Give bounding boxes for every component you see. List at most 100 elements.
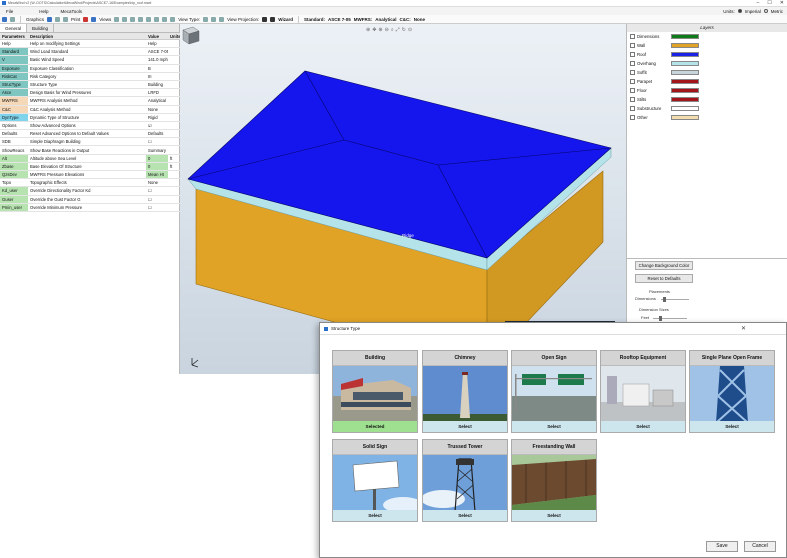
export-icon[interactable] bbox=[91, 16, 97, 22]
table-row[interactable]: Guser Override the Gust Factor G ☐ bbox=[0, 195, 180, 204]
menu-file[interactable]: File bbox=[0, 9, 19, 14]
table-row[interactable]: RiskCat Risk Category III bbox=[0, 72, 180, 81]
printer-icon[interactable] bbox=[63, 16, 69, 22]
menu-mecatools[interactable]: MecaTools bbox=[55, 9, 89, 14]
metric-radio[interactable] bbox=[763, 9, 768, 13]
tab-general[interactable]: General bbox=[0, 24, 28, 32]
view-4-icon[interactable] bbox=[138, 16, 144, 22]
value-cell[interactable]: Rigid bbox=[146, 113, 168, 122]
value-cell[interactable]: Defaults bbox=[146, 129, 168, 139]
card-select-button[interactable]: Selected bbox=[333, 421, 417, 432]
card-select-button[interactable]: Select bbox=[423, 421, 507, 432]
change-background-button[interactable]: Change Background Color bbox=[635, 261, 693, 270]
dimensions-slider[interactable] bbox=[661, 297, 689, 302]
layer-color-swatch[interactable] bbox=[671, 79, 699, 84]
layer-color-swatch[interactable] bbox=[671, 61, 699, 66]
value-cell[interactable]: 0 bbox=[146, 162, 168, 172]
value-cell[interactable]: III bbox=[146, 72, 168, 81]
card-rooftop-equipment[interactable]: Rooftop Equipment Select bbox=[600, 350, 686, 433]
layer-checkbox[interactable] bbox=[630, 34, 635, 39]
view-8-icon[interactable] bbox=[170, 16, 176, 22]
table-row[interactable]: Alt Altitude above Sea Level 0 ft bbox=[0, 154, 180, 163]
pdf-icon[interactable] bbox=[83, 16, 89, 22]
table-row[interactable]: Asce Design Basis for Wind Pressures LRFD bbox=[0, 88, 180, 98]
table-row[interactable]: Help Help on modifying Settings Help bbox=[0, 39, 180, 49]
table-row[interactable]: V Basic Wind Speed 141.0 mph bbox=[0, 55, 180, 65]
table-row[interactable]: Kd_user Override Directionality Factor Kd… bbox=[0, 186, 180, 196]
value-cell[interactable]: Mean Ht bbox=[146, 170, 168, 180]
table-row[interactable]: Topo Topographic Effects None bbox=[0, 178, 180, 188]
card-select-button[interactable]: Select bbox=[423, 510, 507, 521]
layer-checkbox[interactable] bbox=[630, 52, 635, 57]
table-row[interactable]: C&C C&C Analysis Method None bbox=[0, 105, 180, 114]
tab-building[interactable]: Building bbox=[27, 24, 55, 32]
table-row[interactable]: Pmin_user Override Minimum Pressure ☐ bbox=[0, 203, 180, 212]
value-cell[interactable]: ☑ bbox=[146, 121, 168, 131]
card-single-plane-open-frame[interactable]: Single Plane Open Frame Select bbox=[689, 350, 775, 433]
layer-checkbox[interactable] bbox=[630, 115, 635, 120]
table-row[interactable]: SDB Simple Diaphragm Building ☐ bbox=[0, 137, 180, 147]
feet-slider[interactable] bbox=[653, 316, 687, 321]
value-cell[interactable]: Building bbox=[146, 80, 168, 90]
value-cell[interactable]: Analytical bbox=[146, 96, 168, 106]
imperial-radio[interactable] bbox=[737, 9, 742, 13]
card-chimney[interactable]: Chimney Select bbox=[422, 350, 508, 433]
table-row[interactable]: Exposure Exposure Classification B bbox=[0, 64, 180, 73]
table-row[interactable]: Zbase Base Elevation Of Structure 0 ft bbox=[0, 162, 180, 172]
save-icon[interactable] bbox=[2, 16, 7, 22]
menu-help[interactable]: Help bbox=[33, 9, 54, 14]
value-cell[interactable]: ASCE 7-05 bbox=[146, 47, 168, 57]
value-cell[interactable]: B bbox=[146, 64, 168, 73]
layer-color-swatch[interactable] bbox=[671, 106, 699, 111]
view-2-icon[interactable] bbox=[122, 16, 128, 22]
view-cube-icon[interactable] bbox=[180, 24, 202, 46]
table-row[interactable]: StrucType Structure Type Building bbox=[0, 80, 180, 90]
table-row[interactable]: Standard Wind Load Standard ASCE 7-05 bbox=[0, 47, 180, 57]
value-cell[interactable]: 0 bbox=[146, 154, 168, 163]
value-cell[interactable]: Help bbox=[146, 39, 168, 49]
slider-handle[interactable] bbox=[659, 316, 662, 321]
layer-color-swatch[interactable] bbox=[671, 43, 699, 48]
layer-checkbox[interactable] bbox=[630, 88, 635, 93]
table-row[interactable]: ShowReacs Show Base Reactions in Output Su… bbox=[0, 145, 180, 155]
value-cell[interactable]: ☐ bbox=[146, 137, 168, 147]
view-5-icon[interactable] bbox=[146, 16, 152, 22]
value-cell[interactable]: None bbox=[146, 178, 168, 188]
graphics-icon[interactable] bbox=[47, 16, 53, 22]
value-cell[interactable]: ☐ bbox=[146, 195, 168, 204]
view-type-wire-icon[interactable] bbox=[211, 16, 217, 22]
views-label[interactable]: Views bbox=[99, 17, 111, 22]
layer-color-swatch[interactable] bbox=[671, 34, 699, 39]
close-icon[interactable]: ✕ bbox=[780, 0, 784, 6]
wizard-icon[interactable] bbox=[270, 16, 276, 22]
layer-checkbox[interactable] bbox=[630, 106, 635, 111]
projection-icon[interactable] bbox=[262, 16, 268, 22]
value-cell[interactable]: LRFD bbox=[146, 88, 168, 98]
cancel-button[interactable]: Cancel bbox=[744, 541, 776, 552]
view-7-icon[interactable] bbox=[162, 16, 168, 22]
layer-color-swatch[interactable] bbox=[671, 115, 699, 120]
graphics-label[interactable]: Graphics bbox=[26, 17, 44, 22]
card-select-button[interactable]: Select bbox=[512, 510, 596, 521]
table-row[interactable]: Options Show Advanced Options ☑ bbox=[0, 121, 180, 131]
close-icon[interactable]: ✕ bbox=[741, 325, 746, 332]
layer-checkbox[interactable] bbox=[630, 70, 635, 75]
save-button[interactable]: Save bbox=[706, 541, 738, 552]
value-cell[interactable]: ☐ bbox=[146, 186, 168, 196]
print-label[interactable]: Print bbox=[71, 17, 80, 22]
view-type-hidden-icon[interactable] bbox=[219, 16, 225, 22]
card-open-sign[interactable]: Open Sign Select bbox=[511, 350, 597, 433]
view-6-icon[interactable] bbox=[154, 16, 160, 22]
view-3-icon[interactable] bbox=[130, 16, 136, 22]
card-select-button[interactable]: Select bbox=[601, 421, 685, 432]
card-trussed-tower[interactable]: Trussed Tower Select bbox=[422, 439, 508, 522]
slider-handle[interactable] bbox=[663, 297, 666, 302]
minimize-icon[interactable]: – bbox=[757, 0, 760, 6]
layer-checkbox[interactable] bbox=[630, 43, 635, 48]
table-row[interactable]: DynType Dynamic Type of Structure Rigid bbox=[0, 113, 180, 122]
layer-color-swatch[interactable] bbox=[671, 70, 699, 75]
table-row[interactable]: QzsDev MWFRS Pressure Elevations Mean Ht bbox=[0, 170, 180, 180]
card-select-button[interactable]: Select bbox=[333, 510, 417, 521]
wizard-label[interactable]: Wizard bbox=[278, 17, 293, 22]
layer-color-swatch[interactable] bbox=[671, 97, 699, 102]
